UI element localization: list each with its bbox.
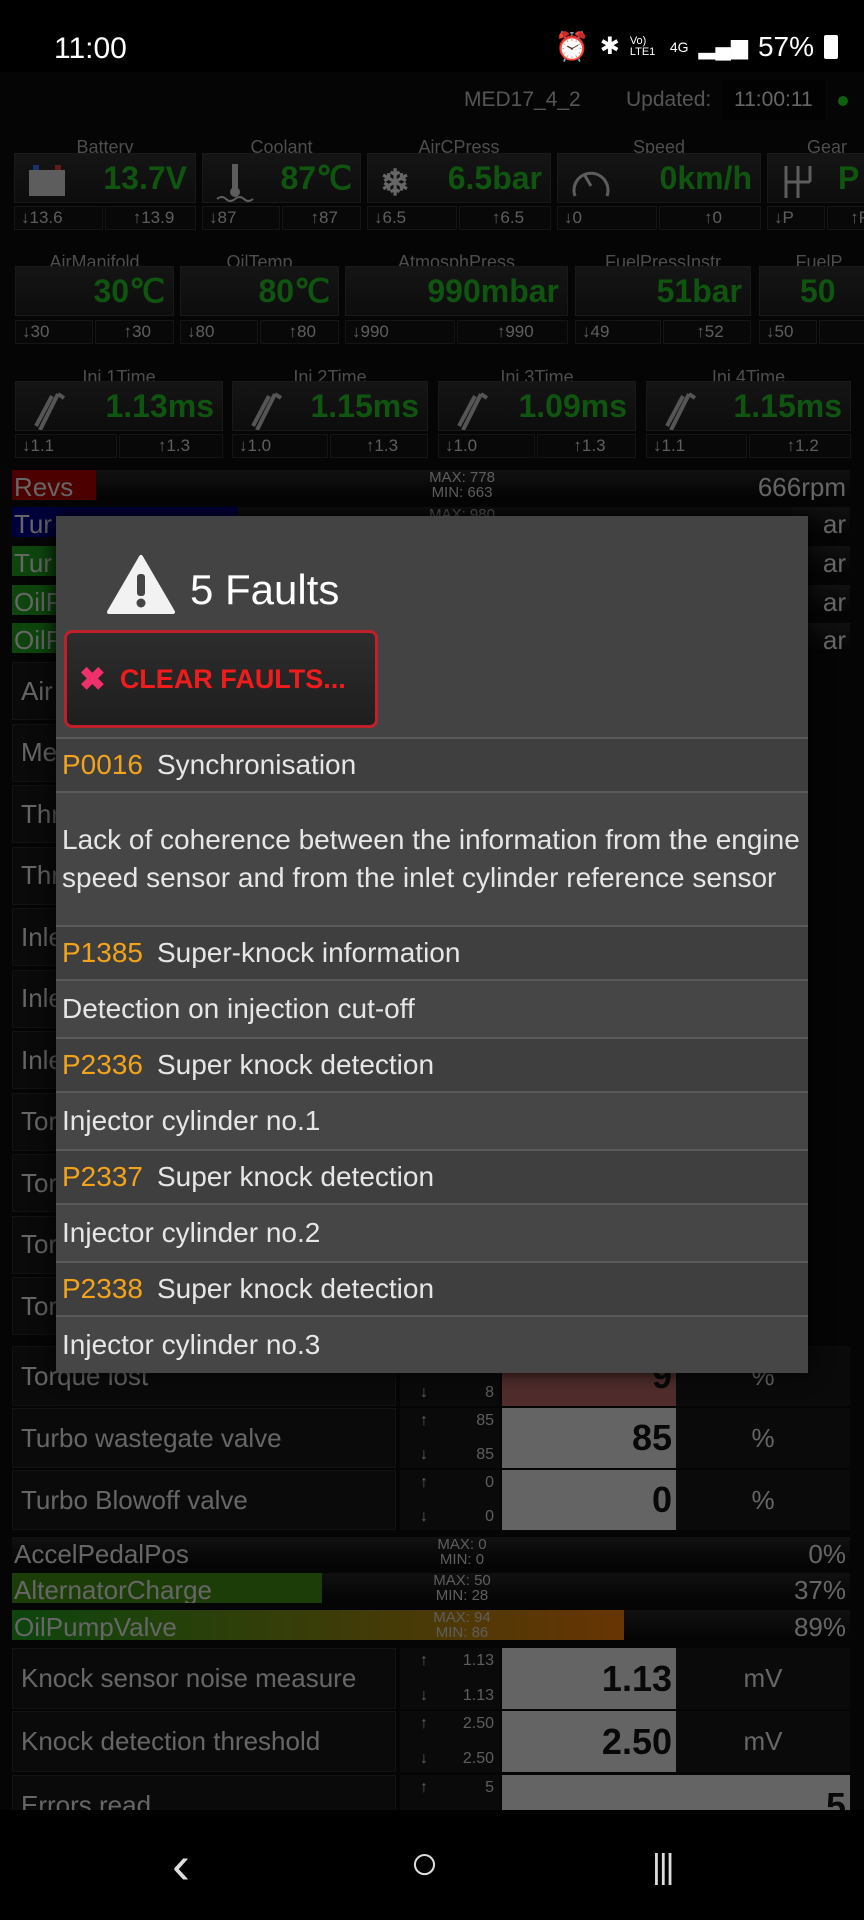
fault-row[interactable]: P2337 Super knock detection: [56, 1149, 808, 1203]
fault-code: P2337: [62, 1161, 143, 1192]
fault-description[interactable]: Injector cylinder no.3: [56, 1315, 808, 1373]
4g-icon: 4G: [669, 38, 689, 55]
fault-row[interactable]: P1385 Super-knock information: [56, 925, 808, 979]
fault-code: P2336: [62, 1049, 143, 1080]
fault-code: P1385: [62, 937, 143, 968]
volte-icon: Vo) LTE1: [629, 34, 656, 58]
fault-name: Super knock detection: [156, 1049, 435, 1080]
back-button[interactable]: ‹: [172, 1834, 190, 1896]
warning-icon: [107, 555, 175, 614]
recents-button[interactable]: |||: [652, 1848, 674, 1887]
clock: 11:00: [54, 32, 127, 65]
close-x-icon: ✖: [79, 661, 106, 697]
fault-name: Super knock detection: [156, 1273, 435, 1304]
fault-description[interactable]: Injector cylinder no.2: [56, 1203, 808, 1261]
fault-row[interactable]: P0016 Synchronisation: [56, 737, 808, 791]
home-button[interactable]: ○: [410, 1836, 439, 1891]
bluetooth-icon: ✱: [599, 33, 620, 60]
fault-name: Synchronisation: [156, 749, 357, 780]
fault-name: Super knock detection: [156, 1161, 435, 1192]
fault-description[interactable]: Injector cylinder no.1: [56, 1091, 808, 1149]
fault-name: Super-knock information: [156, 937, 461, 968]
faults-dialog: 5 Faults ✖ CLEAR FAULTS... P0016 Synchroni…: [56, 516, 808, 1373]
clear-faults-label: CLEAR FAULTS...: [119, 663, 346, 694]
fault-code: P0016: [62, 749, 143, 780]
fault-row[interactable]: P2336 Super knock detection: [56, 1037, 808, 1091]
clear-faults-button[interactable]: ✖ CLEAR FAULTS...: [64, 630, 378, 728]
dialog-title: 5 Faults: [190, 566, 340, 613]
battery-percent: 57%: [757, 30, 814, 62]
signal-icon: ▂▄▆: [698, 33, 748, 59]
fault-code: P2338: [62, 1273, 143, 1304]
navigation-bar: ‹ ○ |||: [0, 1810, 864, 1920]
alarm-icon: ⏰: [554, 31, 590, 62]
fault-description[interactable]: Detection on injection cut-off: [56, 979, 808, 1037]
battery-icon: [824, 34, 838, 59]
fault-description[interactable]: Lack of coherence between the informatio…: [56, 791, 808, 925]
status-icons: ⏰ ✱ Vo) LTE1 4G ▂▄▆ 57%: [555, 30, 838, 63]
fault-row[interactable]: P2338 Super knock detection: [56, 1261, 808, 1315]
status-bar: 11:00 ⏰ ✱ Vo) LTE1 4G ▂▄▆ 57%: [0, 0, 864, 72]
